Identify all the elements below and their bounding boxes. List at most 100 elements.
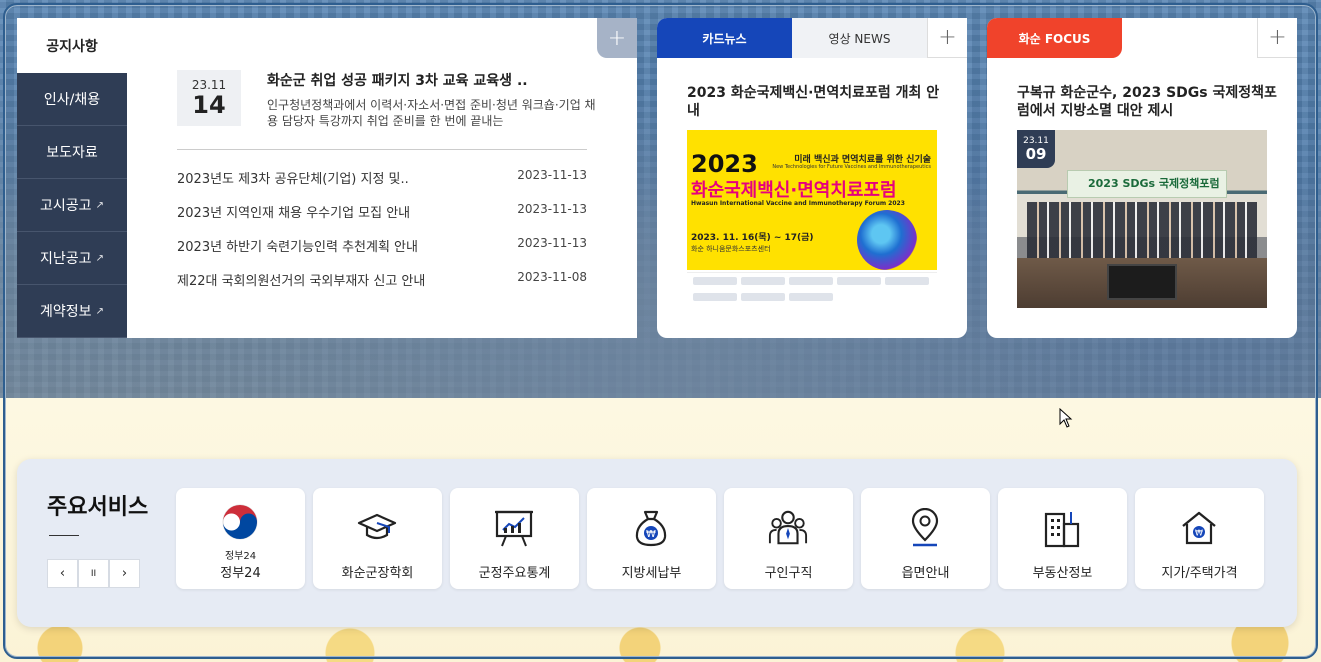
forum-photo-image[interactable]: 2023 SDGs 국제정책포럼 23.11 09 <box>1017 130 1267 308</box>
focus-more-button[interactable]: + <box>1257 18 1297 58</box>
cardnews-panel: 카드뉴스 영상 NEWS + 2023 화순국제백신·면역치료포럼 개최 안내 … <box>657 18 967 338</box>
list-item[interactable]: 2023년 하반기 숙련기능인력 추천계획 안내 2023-11-13 <box>177 236 587 270</box>
statistics-board-icon <box>494 508 534 548</box>
external-link-icon: ↗ <box>95 199 104 211</box>
list-item-date: 2023-11-13 <box>517 168 587 182</box>
service-label: 지가/주택가격 <box>1161 566 1238 581</box>
service-local-tax[interactable]: ₩ 지방세납부 <box>587 488 716 589</box>
service-land-price[interactable]: ₩ 지가/주택가격 <box>1135 488 1264 589</box>
list-item-title[interactable]: 2023년 지역인재 채용 우수기업 모집 안내 <box>177 202 410 221</box>
list-item[interactable]: 제22대 국회의원선거의 국외부재자 신고 안내 2023-11-08 <box>177 270 587 304</box>
notice-more-button[interactable]: + <box>597 18 637 58</box>
tab-notice[interactable]: 공지사항 <box>17 18 127 73</box>
money-bag-icon: ₩ <box>631 508 671 548</box>
graduation-cap-icon <box>357 508 397 548</box>
sidebar-item-past-notice[interactable]: 지난공고 ↗ <box>17 232 127 285</box>
list-item[interactable]: 2023년 지역인재 채용 우수기업 모집 안내 2023-11-13 <box>177 202 587 236</box>
sponsor-logo <box>693 292 737 301</box>
sidebar-item-announcement[interactable]: 고시공고 ↗ <box>17 179 127 232</box>
list-item-title[interactable]: 제22대 국회의원선거의 국외부재자 신고 안내 <box>177 270 425 289</box>
title-underline <box>49 535 79 536</box>
service-real-estate[interactable]: 부동산정보 <box>998 488 1127 589</box>
sidebar-item-label: 고시공고 <box>40 198 92 214</box>
poster-year: 2023 <box>691 150 758 178</box>
notice-list: 2023년도 제3차 공유단체(기업) 지정 및.. 2023-11-13 202… <box>177 168 587 304</box>
services-title: 주요서비스 <box>47 495 149 520</box>
sidebar-item-label: 보도자료 <box>46 145 98 161</box>
poster-name: 화순국제백신·면역치료포럼 <box>691 180 897 201</box>
service-jobs[interactable]: 구인구직 <box>724 488 853 589</box>
photo-monitor <box>1107 264 1177 300</box>
building-icon <box>1042 508 1082 548</box>
sponsor-logo <box>741 277 785 285</box>
date-day: 14 <box>192 91 226 119</box>
prev-button[interactable]: ‹ <box>47 559 78 588</box>
external-link-icon: ↗ <box>95 252 104 264</box>
featured-description: 인구청년정책과에서 이력서·자소서·면접 준비·청년 워크숍·기업 채용 담당자… <box>267 98 596 128</box>
tab-focus[interactable]: 화순 FOCUS <box>987 18 1122 58</box>
date-month: 23.11 <box>191 78 227 92</box>
carousel-controls: ‹ II › <box>47 559 140 588</box>
sidebar-item-label: 계약정보 <box>40 304 92 320</box>
list-item-date: 2023-11-08 <box>517 270 587 284</box>
cardnews-more-button[interactable]: + <box>927 18 967 58</box>
tab-video-news[interactable]: 영상 NEWS <box>792 18 927 58</box>
notice-panel: 공지사항 인사/채용 보도자료 고시공고 ↗ 지난공고 ↗ 계약정보 ↗ + 23.1… <box>17 18 637 338</box>
svg-text:₩: ₩ <box>1195 529 1203 538</box>
sponsor-logos <box>687 272 937 308</box>
featured-title[interactable]: 화순군 취업 성공 패키지 3차 교육 교육생 .. <box>267 70 528 90</box>
service-label: 읍면안내 <box>901 566 950 581</box>
date-day: 09 <box>1025 145 1047 163</box>
list-item-date: 2023-11-13 <box>517 236 587 250</box>
service-statistics[interactable]: 군정주요통계 <box>450 488 579 589</box>
service-town-info[interactable]: 읍면안내 <box>861 488 990 589</box>
next-button[interactable]: › <box>109 559 140 588</box>
virus-illustration <box>857 210 917 270</box>
photo-banner-text: 2023 SDGs 국제정책포럼 <box>1088 177 1220 190</box>
tab-cardnews[interactable]: 카드뉴스 <box>657 18 792 58</box>
poster-english-name: Hwasun International Vaccine and Immunot… <box>691 200 905 207</box>
services-grid: 정부24 정부24 화순군장학회 군정주요통계 ₩ 지방세납부 구인구직 읍면안… <box>176 488 1264 589</box>
date-badge: 23.11 14 <box>177 70 241 126</box>
sponsor-logo <box>885 277 929 285</box>
pause-button[interactable]: II <box>78 559 109 588</box>
date-badge: 23.11 09 <box>1017 130 1055 168</box>
sidebar-item-press[interactable]: 보도자료 <box>17 126 127 179</box>
photo-crowd <box>1027 202 1257 258</box>
poster-subtitle-en: New Technologies for Future Vaccines and… <box>772 164 931 170</box>
main-services: 주요서비스 ‹ II › 정부24 정부24 화순군장학회 군정주요통계 ₩ 지… <box>17 459 1297 627</box>
list-item-title[interactable]: 2023년 하반기 숙련기능인력 추천계획 안내 <box>177 236 418 255</box>
list-item-date: 2023-11-13 <box>517 202 587 216</box>
cardnews-title[interactable]: 2023 화순국제백신·면역치료포럼 개최 안내 <box>687 84 947 120</box>
external-link-icon: ↗ <box>95 305 104 317</box>
gov24-logo-icon <box>220 502 260 542</box>
photo-banner: 2023 SDGs 국제정책포럼 <box>1067 170 1227 198</box>
service-label: 지방세납부 <box>621 566 682 581</box>
sidebar-item-label: 인사/채용 <box>43 92 101 108</box>
focus-panel: 화순 FOCUS + 구복규 화순군수, 2023 SDGs 국제정책포럼에서 … <box>987 18 1297 338</box>
gov24-small-label: 정부24 <box>224 551 257 562</box>
house-price-icon: ₩ <box>1179 508 1219 548</box>
svg-text:₩: ₩ <box>646 529 656 540</box>
poster-venue: 화순 하니움문화스포츠센터 <box>691 245 771 253</box>
sidebar-item-contract[interactable]: 계약정보 ↗ <box>17 285 127 338</box>
service-scholarship[interactable]: 화순군장학회 <box>313 488 442 589</box>
poster-date: 2023. 11. 16(목) ~ 17(금) <box>691 233 814 243</box>
mouse-cursor-icon <box>1059 407 1073 432</box>
sponsor-logo <box>837 277 881 285</box>
service-gov24[interactable]: 정부24 정부24 <box>176 488 305 589</box>
service-label: 군정주요통계 <box>478 566 551 581</box>
featured-notice[interactable]: 23.11 14 화순군 취업 성공 패키지 3차 교육 교육생 .. 인구청년… <box>177 70 607 130</box>
sponsor-logo <box>741 292 785 301</box>
forum-poster-image[interactable]: 미래 백신과 면역치료를 위한 신기술 New Technologies for… <box>687 130 937 270</box>
list-item-title[interactable]: 2023년도 제3차 공유단체(기업) 지정 및.. <box>177 168 409 187</box>
focus-title[interactable]: 구복규 화순군수, 2023 SDGs 국제정책포럼에서 지방소멸 대안 제시 <box>1017 84 1282 120</box>
service-label: 화순군장학회 <box>341 566 414 581</box>
sidebar-item-label: 지난공고 <box>40 251 92 267</box>
sponsor-logo <box>789 277 833 285</box>
list-item[interactable]: 2023년도 제3차 공유단체(기업) 지정 및.. 2023-11-13 <box>177 168 587 202</box>
people-icon <box>768 508 808 548</box>
sponsor-logo <box>693 277 737 285</box>
sidebar-item-hr[interactable]: 인사/채용 <box>17 73 127 126</box>
map-pin-icon <box>905 508 945 548</box>
